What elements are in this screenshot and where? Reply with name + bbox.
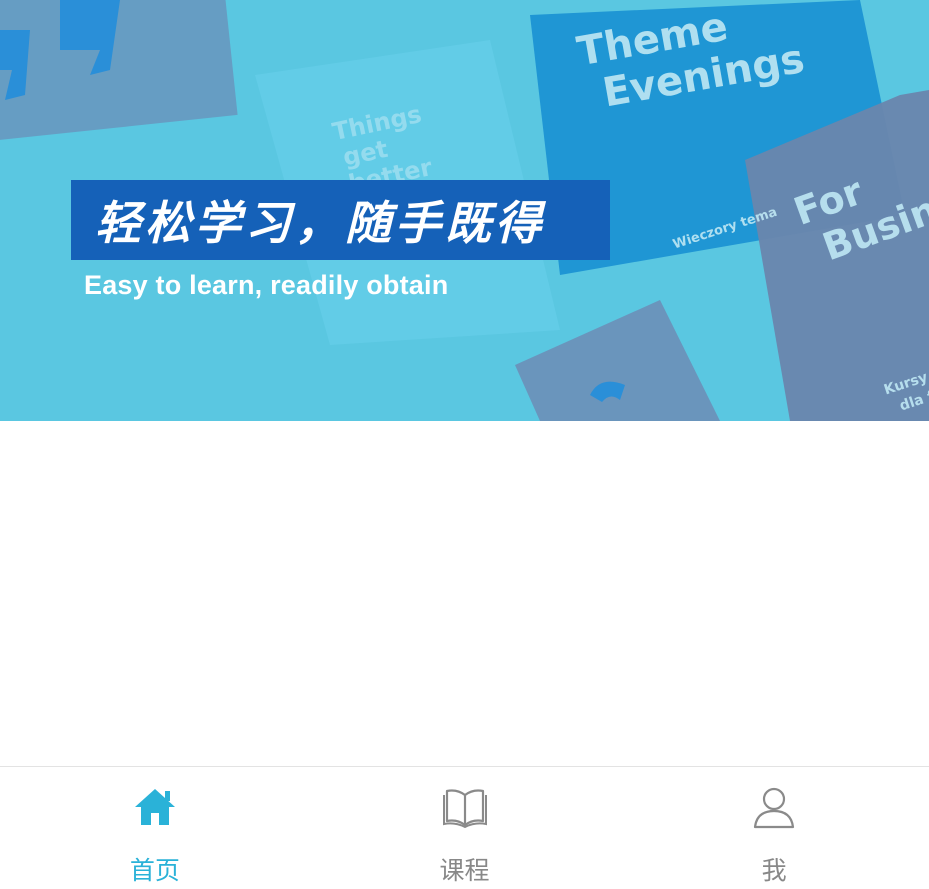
hero-banner[interactable]: Theme Evenings Things get better For Bus…	[0, 0, 929, 421]
bottom-tab-bar: 首页 课程 我	[0, 766, 929, 889]
tab-courses[interactable]: 课程	[310, 767, 620, 889]
banner-headline: 轻松学习，随手既得	[95, 196, 545, 250]
tab-courses-label: 课程	[439, 856, 490, 885]
tab-me-label: 我	[761, 856, 787, 885]
headline-box: 轻松学习，随手既得	[71, 180, 610, 260]
card-wieczory: Wieczory tema	[671, 205, 779, 253]
tab-me[interactable]: 我	[619, 767, 929, 889]
home-icon	[134, 789, 175, 825]
tab-home-label: 首页	[129, 856, 180, 885]
user-icon	[754, 787, 795, 829]
tab-home[interactable]: 首页	[0, 767, 310, 889]
book-icon	[442, 789, 487, 829]
banner-subline: Easy to learn, readily obtain	[84, 270, 449, 300]
